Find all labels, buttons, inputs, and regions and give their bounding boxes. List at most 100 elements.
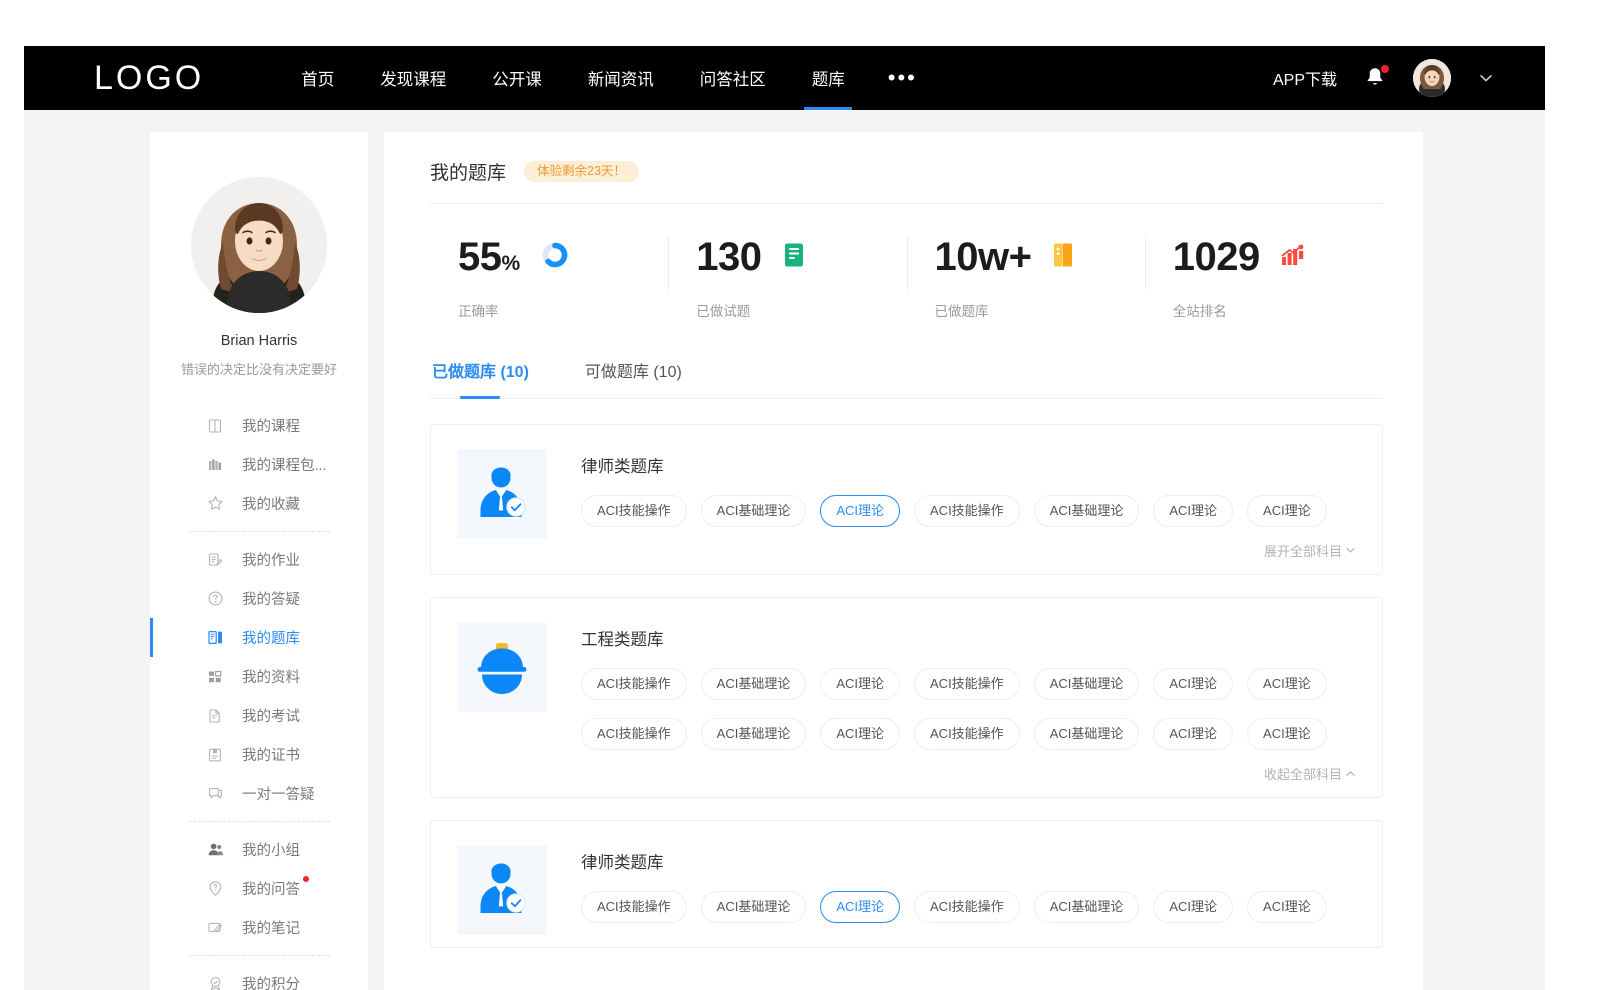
main-content: 我的题库 体验剩余23天！ 55%	[384, 132, 1423, 990]
card-footer: 收起全部科目	[581, 764, 1356, 785]
sidebar-item-my-courses[interactable]: 我的课程	[150, 406, 368, 445]
navbar-right-group: APP下载	[1273, 59, 1545, 97]
star-icon	[206, 495, 224, 513]
content-tabs: 已做题库 (10) 可做题库 (10)	[430, 352, 1383, 399]
subject-tag[interactable]: ACI理论	[1153, 891, 1233, 923]
nav-item-question-bank[interactable]: 题库	[789, 46, 868, 110]
subject-tag[interactable]: ACI基础理论	[701, 495, 807, 527]
nav-item-open-class[interactable]: 公开课	[469, 46, 565, 110]
nav-item-news[interactable]: 新闻资讯	[565, 46, 677, 110]
subject-tag[interactable]: ACI技能操作	[914, 891, 1020, 923]
subject-tag[interactable]: ACI理论	[1247, 891, 1327, 923]
subject-tag[interactable]: ACI技能操作	[914, 495, 1020, 527]
subject-tag-selected[interactable]: ACI理论	[820, 891, 900, 923]
sidebar-item-my-materials[interactable]: 我的资料	[150, 657, 368, 696]
subject-tag[interactable]: ACI技能操作	[914, 718, 1020, 750]
sidebar-item-my-exams[interactable]: 我的考试	[150, 696, 368, 735]
tab-available-banks[interactable]: 可做题库 (10)	[583, 352, 684, 398]
stat-value-row: 1029	[1173, 230, 1383, 284]
stat-value-row: 130	[696, 230, 906, 284]
qa-pin-icon	[206, 880, 224, 898]
question-circle-icon	[206, 590, 224, 608]
stat-banks-done: 10w+ 已做题库	[907, 230, 1145, 320]
green-book-icon	[782, 242, 806, 273]
subject-tag[interactable]: ACI理论	[1153, 718, 1233, 750]
lawyer-avatar-icon	[469, 461, 535, 527]
user-avatar-nav[interactable]	[1413, 59, 1451, 97]
nav-more-icon[interactable]: •••	[868, 46, 937, 110]
sidebar-item-my-qa[interactable]: 我的问答	[150, 869, 368, 908]
sidebar-item-my-group[interactable]: 我的小组	[150, 830, 368, 869]
subject-tag[interactable]: ACI理论	[1153, 668, 1233, 700]
lawyer-avatar-icon	[469, 857, 535, 923]
sidebar-item-my-course-packages[interactable]: 我的课程包...	[150, 445, 368, 484]
subject-tag-selected[interactable]: ACI理论	[820, 495, 900, 527]
collapse-link-label: 收起全部科目	[1264, 764, 1342, 783]
subject-tag[interactable]: ACI技能操作	[581, 668, 687, 700]
subject-tag-row: ACI技能操作 ACI基础理论 ACI理论 ACI技能操作 ACI基础理论 AC…	[581, 495, 1356, 527]
expand-all-subjects-button[interactable]: 展开全部科目	[1264, 541, 1356, 560]
sidebar-item-label: 一对一答疑	[242, 783, 315, 804]
notification-bell-button[interactable]	[1363, 65, 1387, 91]
subject-tag[interactable]: ACI基础理论	[1034, 495, 1140, 527]
app-shell: LOGO 首页 发现课程 公开课 新闻资讯 问答社区 题库 ••• APP下载	[24, 46, 1545, 990]
sidebar-item-label: 我的收藏	[242, 493, 300, 514]
subject-tag[interactable]: ACI基础理论	[1034, 891, 1140, 923]
stat-site-rank: 1029	[1145, 230, 1383, 320]
subject-tag[interactable]: ACI理论	[1247, 668, 1327, 700]
question-bank-card[interactable]: 工程类题库 ACI技能操作 ACI基础理论 ACI理论 ACI技能操作 ACI基…	[430, 597, 1383, 798]
chevron-down-icon[interactable]	[1477, 69, 1495, 87]
stat-label: 全站排名	[1173, 300, 1383, 320]
subject-tag[interactable]: ACI基础理论	[701, 891, 807, 923]
sidebar-item-my-notes[interactable]: 我的笔记	[150, 908, 368, 947]
subject-tag[interactable]: ACI理论	[820, 668, 900, 700]
rank-chart-icon	[1280, 242, 1306, 273]
nav-item-home[interactable]: 首页	[278, 46, 357, 110]
subject-tag[interactable]: ACI技能操作	[581, 495, 687, 527]
subject-tag[interactable]: ACI理论	[1247, 718, 1327, 750]
subject-tag[interactable]: ACI理论	[1247, 495, 1327, 527]
subject-tag-row: ACI技能操作 ACI基础理论 ACI理论 ACI技能操作 ACI基础理论 AC…	[581, 891, 1356, 923]
sidebar-item-my-certificates[interactable]: 我的证书	[150, 735, 368, 774]
avatar-image	[1413, 59, 1451, 97]
subject-tag[interactable]: ACI理论	[1153, 495, 1233, 527]
subject-tag[interactable]: ACI技能操作	[581, 718, 687, 750]
sidebar-item-label: 我的资料	[242, 666, 300, 687]
sidebar-item-my-answers[interactable]: 我的答疑	[150, 579, 368, 618]
sidebar-item-one-on-one[interactable]: 一对一答疑	[150, 774, 368, 813]
note-icon	[206, 919, 224, 937]
points-icon	[206, 975, 224, 990]
stat-number: 55	[458, 235, 502, 279]
homework-icon	[206, 551, 224, 569]
question-bank-card[interactable]: 律师类题库 ACI技能操作 ACI基础理论 ACI理论 ACI技能操作 ACI基…	[430, 820, 1383, 948]
sidebar-item-my-favorites[interactable]: 我的收藏	[150, 484, 368, 523]
app-download-link[interactable]: APP下载	[1273, 66, 1337, 90]
subject-tag[interactable]: ACI基础理论	[1034, 668, 1140, 700]
stat-value: 1029	[1173, 237, 1260, 277]
subject-tag[interactable]: ACI技能操作	[914, 668, 1020, 700]
stats-row: 55% 正确率	[430, 204, 1383, 330]
subject-tag[interactable]: ACI基础理论	[1034, 718, 1140, 750]
tab-done-banks[interactable]: 已做题库 (10)	[430, 352, 531, 398]
sidebar-item-badge-dot	[303, 876, 309, 882]
sidebar-item-my-question-bank[interactable]: 我的题库	[150, 618, 368, 657]
sidebar-item-my-homework[interactable]: 我的作业	[150, 540, 368, 579]
site-logo[interactable]: LOGO	[94, 61, 204, 95]
sidebar-item-label: 我的证书	[242, 744, 300, 765]
page-root: LOGO 首页 发现课程 公开课 新闻资讯 问答社区 题库 ••• APP下载	[0, 0, 1600, 990]
sidebar-item-my-points[interactable]: 我的积分	[150, 964, 368, 990]
main-navigation: 首页 发现课程 公开课 新闻资讯 问答社区 题库 •••	[278, 46, 937, 110]
card-title: 律师类题库	[581, 453, 1356, 477]
subject-tag[interactable]: ACI理论	[820, 718, 900, 750]
nav-item-discover-courses[interactable]: 发现课程	[357, 46, 469, 110]
subject-tag[interactable]: ACI技能操作	[581, 891, 687, 923]
subject-tag[interactable]: ACI基础理论	[701, 718, 807, 750]
sidebar-item-label: 我的积分	[242, 973, 300, 990]
avatar-photo	[191, 177, 327, 313]
sidebar-item-label: 我的小组	[242, 839, 300, 860]
question-bank-card[interactable]: 律师类题库 ACI技能操作 ACI基础理论 ACI理论 ACI技能操作 ACI基…	[430, 424, 1383, 575]
collapse-all-subjects-button[interactable]: 收起全部科目	[1264, 764, 1356, 783]
chevron-up-icon	[1345, 768, 1356, 779]
nav-item-qa-community[interactable]: 问答社区	[677, 46, 789, 110]
subject-tag[interactable]: ACI基础理论	[701, 668, 807, 700]
